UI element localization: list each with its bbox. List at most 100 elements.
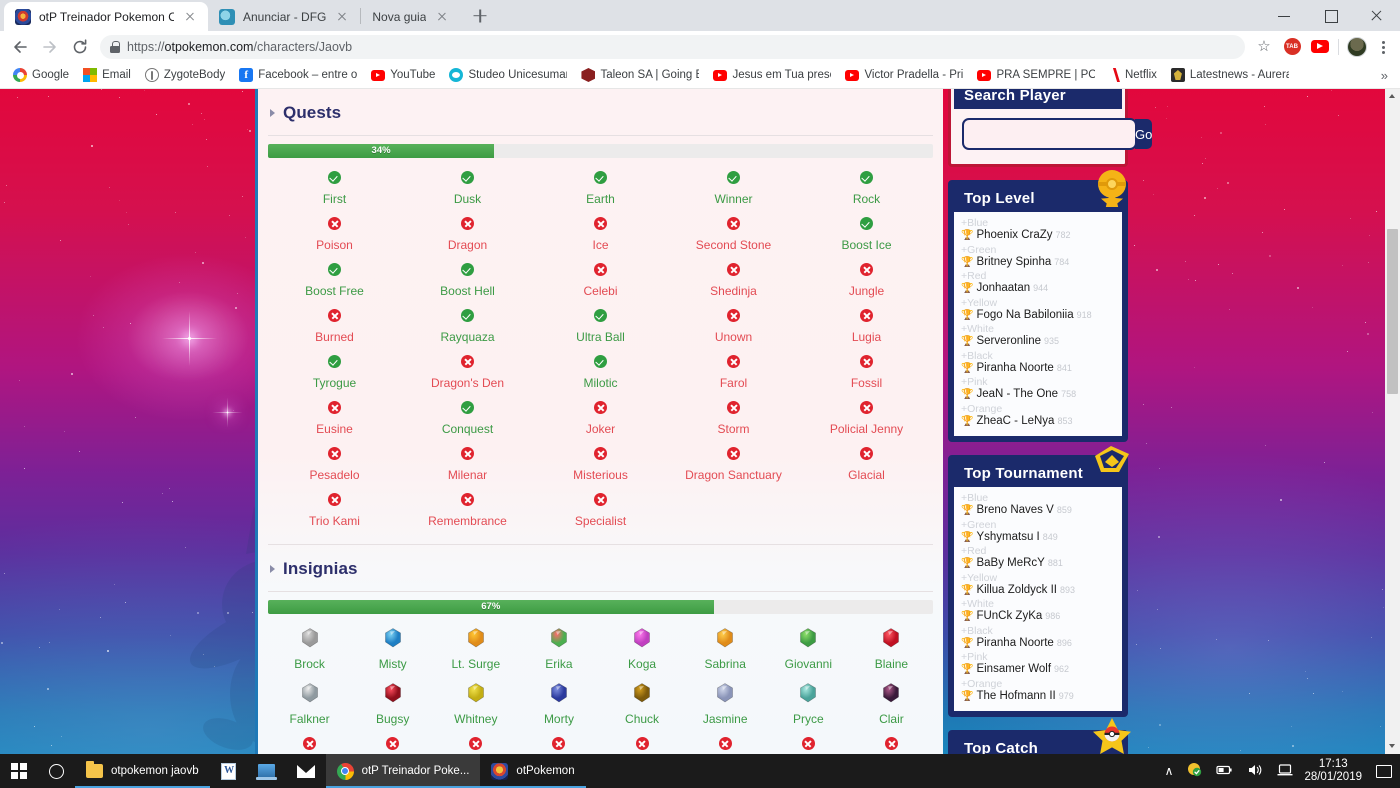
bookmark-star-icon[interactable]: ☆ [1251, 34, 1277, 60]
page-scrollbar[interactable] [1385, 89, 1400, 754]
bookmark-item[interactable]: Email [76, 66, 138, 84]
rank-entry[interactable]: 🏆 Phoenix CraZy 782 [961, 229, 1115, 244]
quest-item[interactable]: Rayquaza [401, 304, 534, 350]
rank-entry[interactable]: 🏆 Einsamer Wolf 962 [961, 663, 1115, 678]
tab-close-icon[interactable] [434, 9, 450, 25]
quest-item[interactable]: Milotic [534, 350, 667, 396]
bookmark-item[interactable]: Victor Pradella - Prim [838, 67, 970, 84]
quest-item[interactable]: Dragon's Den [401, 350, 534, 396]
insignia-item[interactable]: Erika [517, 622, 600, 677]
rank-entry[interactable]: 🏆 Killua Zoldyck II 893 [961, 584, 1115, 599]
bookmark-item[interactable]: YouTube [364, 67, 442, 84]
insignia-item[interactable]: Chuck [601, 677, 684, 732]
rank-entry[interactable]: 🏆 Serveronline 935 [961, 335, 1115, 350]
quest-item[interactable]: Glacial [800, 442, 933, 488]
reload-button[interactable] [66, 33, 94, 61]
insignia-item[interactable]: Winona [684, 732, 767, 754]
quest-item[interactable]: Boost Free [268, 258, 401, 304]
insignia-item[interactable]: Sabrina [684, 622, 767, 677]
quest-item[interactable]: Burned [268, 304, 401, 350]
insignia-item[interactable]: Whitney [434, 677, 517, 732]
taskbar-item-chrome[interactable]: otP Treinador Poke... [325, 754, 481, 788]
quest-item[interactable]: Conquest [401, 396, 534, 442]
rank-entry[interactable]: 🏆 JeaN - The One 758 [961, 388, 1115, 403]
search-input[interactable] [962, 118, 1137, 150]
insignia-item[interactable]: Wattson [434, 732, 517, 754]
quest-item[interactable]: Fossil [800, 350, 933, 396]
notifications-icon[interactable] [1370, 754, 1396, 788]
insignia-item[interactable]: Lt. Surge [434, 622, 517, 677]
rank-entry[interactable]: 🏆 Jonhaatan 944 [961, 282, 1115, 297]
profile-avatar[interactable] [1344, 34, 1370, 60]
taskbar-clock[interactable]: 17:13 28/01/2019 [1300, 758, 1370, 784]
tab-close-icon[interactable] [182, 9, 198, 25]
quest-item[interactable]: Milenar [401, 442, 534, 488]
insignia-item[interactable]: Bugsy [351, 677, 434, 732]
insignia-item[interactable]: Pryce [767, 677, 850, 732]
rank-entry[interactable]: 🏆 Piranha Noorte 841 [961, 362, 1115, 377]
quest-item[interactable]: Boost Ice [800, 212, 933, 258]
rank-entry[interactable]: 🏆 Britney Spinha 784 [961, 256, 1115, 271]
close-window-button[interactable] [1354, 0, 1400, 31]
address-bar[interactable]: https://otpokemon.com/characters/Jaovb [100, 34, 1245, 59]
insignia-item[interactable]: Giovanni [767, 622, 850, 677]
browser-tab-0[interactable]: otP Treinador Pokemon Online M [4, 2, 208, 31]
bookmark-item[interactable]: Taleon SA | Going Be [574, 66, 706, 84]
tab-extension-icon[interactable]: TAB [1279, 34, 1305, 60]
bookmark-item[interactable]: f Facebook – entre ou [232, 66, 364, 84]
taskbar-item-mail[interactable] [286, 754, 326, 788]
insignia-item[interactable]: Tate and Liza [767, 732, 850, 754]
browser-tab-1[interactable]: Anunciar - DFG [208, 2, 360, 31]
insignia-item[interactable]: Brawly [351, 732, 434, 754]
antivirus-shield-icon[interactable] [1180, 754, 1209, 788]
insignia-item[interactable]: Misty [351, 622, 434, 677]
back-button[interactable] [6, 33, 34, 61]
bookmark-item[interactable]: Jesus em Tua presen [706, 67, 838, 84]
quest-item[interactable]: Eusine [268, 396, 401, 442]
insignia-item[interactable]: Blaine [850, 622, 933, 677]
quest-item[interactable]: Winner [667, 166, 800, 212]
bookmark-item[interactable]: PRA SEMPRE | PORQ [970, 67, 1102, 84]
quest-item[interactable]: Shedinja [667, 258, 800, 304]
rank-entry[interactable]: 🏆 Breno Naves V 859 [961, 504, 1115, 519]
tab-close-icon[interactable] [334, 9, 350, 25]
insignia-item[interactable]: Brock [268, 622, 351, 677]
quest-item[interactable]: Lugia [800, 304, 933, 350]
volume-icon[interactable] [1240, 754, 1270, 788]
taskbar-item-otpokemon[interactable]: otPokemon [480, 754, 586, 788]
browser-tab-2[interactable]: Nova guia [361, 2, 460, 31]
quest-item[interactable]: Tyrogue [268, 350, 401, 396]
quest-item[interactable]: Remembrance [401, 488, 534, 534]
scroll-down-button[interactable] [1385, 739, 1400, 754]
battery-icon[interactable] [1209, 754, 1240, 788]
scroll-up-button[interactable] [1385, 89, 1400, 104]
start-button[interactable] [0, 754, 38, 788]
quest-item[interactable]: Ultra Ball [534, 304, 667, 350]
taskbar-item-word[interactable] [210, 754, 247, 788]
bookmark-item[interactable]: Google [6, 66, 76, 84]
quest-item[interactable]: Dragon [401, 212, 534, 258]
quest-item[interactable]: Dragon Sanctuary [667, 442, 800, 488]
monitor-network-icon[interactable] [1270, 754, 1300, 788]
quest-item[interactable]: Joker [534, 396, 667, 442]
quest-item[interactable]: Dusk [401, 166, 534, 212]
maximize-button[interactable] [1308, 0, 1354, 31]
minimize-button[interactable] [1262, 0, 1308, 31]
rank-entry[interactable]: 🏆 FUnCk ZyKa 986 [961, 610, 1115, 625]
cortana-search-button[interactable] [38, 754, 75, 788]
insignia-item[interactable]: Roxanne [268, 732, 351, 754]
forward-button[interactable] [36, 33, 64, 61]
quest-item[interactable]: Poison [268, 212, 401, 258]
rank-entry[interactable]: 🏆 Fogo Na Babiloniia 918 [961, 309, 1115, 324]
bookmark-item[interactable]: Studeo Unicesumar [442, 66, 574, 84]
quest-item[interactable]: Pesadelo [268, 442, 401, 488]
insignia-item[interactable]: Jasmine [684, 677, 767, 732]
rank-entry[interactable]: 🏆 Yshymatsu I 849 [961, 531, 1115, 546]
quest-item[interactable]: Unown [667, 304, 800, 350]
bookmark-item[interactable]: Netflix [1102, 66, 1163, 84]
scrollbar-thumb[interactable] [1387, 229, 1398, 394]
quest-item[interactable]: Trio Kami [268, 488, 401, 534]
quest-item[interactable]: Specialist [534, 488, 667, 534]
insignia-item[interactable]: Clair [850, 677, 933, 732]
bookmark-item[interactable]: Latestnews - Aurera- [1164, 66, 1296, 84]
